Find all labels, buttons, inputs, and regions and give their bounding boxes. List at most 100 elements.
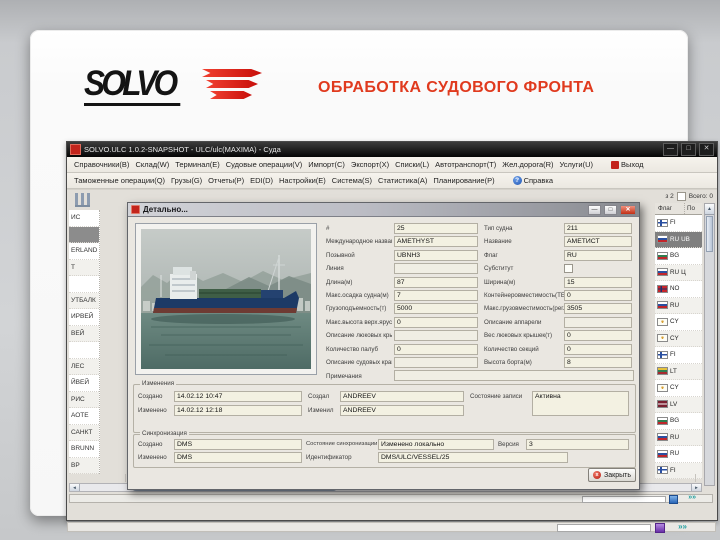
field-input[interactable]: 8 — [564, 357, 632, 368]
menu-item-отчеты-p-[interactable]: Отчеты(P) — [205, 175, 247, 186]
flag-row[interactable]: NO — [655, 281, 702, 298]
field-input[interactable]: 0 — [564, 290, 632, 301]
menu-item-терминал-e-[interactable]: Терминал(E) — [172, 159, 223, 170]
modifier-field[interactable]: ANDREEV — [340, 405, 464, 416]
menu-item-грузы-g-[interactable]: Грузы(G) — [168, 175, 205, 186]
version-field[interactable]: 3 — [526, 439, 629, 450]
menu-item-импорт-c-[interactable]: Импорт(C) — [305, 159, 348, 170]
field-input[interactable]: 0 — [394, 343, 478, 355]
close-dialog-button[interactable]: x Закрыть — [588, 468, 636, 482]
menu-item-справочники-b-[interactable]: Справочники(B) — [71, 159, 132, 170]
field-input[interactable]: 211 — [564, 223, 632, 234]
field-input[interactable]: UBNH3 — [394, 249, 478, 261]
columns-toolbar-icon[interactable] — [75, 193, 90, 207]
field-input[interactable] — [394, 330, 478, 342]
scroll-left-icon[interactable]: ◄ — [70, 484, 80, 491]
menu-item-выход[interactable]: Выход — [608, 159, 646, 170]
sync-created-field[interactable]: DMS — [174, 439, 302, 450]
flag-row[interactable]: RU Ц — [655, 264, 702, 281]
flag-row[interactable]: FI — [655, 347, 702, 364]
vessel-row[interactable]: ВР — [69, 457, 99, 474]
menu-item-списки-l-[interactable]: Списки(L) — [392, 159, 432, 170]
vessel-row[interactable]: ЛЕС — [69, 358, 99, 375]
field-input[interactable]: 15 — [564, 276, 632, 288]
menu-item-судовые-операции-v-[interactable]: Судовые операции(V) — [223, 159, 306, 170]
menu-item-планирование-p-[interactable]: Планирование(P) — [430, 175, 497, 186]
menu-item-справка[interactable]: ? Справка — [510, 175, 556, 186]
flag-row[interactable]: CY — [655, 314, 702, 331]
vessel-row[interactable]: ВЕЙ — [69, 325, 99, 342]
dialog-close-button[interactable]: ✕ — [620, 204, 636, 215]
field-input[interactable]: 5000 — [394, 303, 478, 315]
field-input[interactable]: RU — [564, 249, 632, 261]
vessel-row[interactable] — [69, 342, 99, 359]
creator-field[interactable]: ANDREEV — [340, 391, 464, 402]
menu-item-настройки-e-[interactable]: Настройки(E) — [276, 175, 329, 186]
identifier-field[interactable]: DMS/ULC/VESSEL/25 — [378, 452, 568, 463]
dialog-minimize-button[interactable]: — — [588, 204, 601, 215]
flag-row[interactable]: RU — [655, 429, 702, 446]
scroll-up-icon[interactable]: ▲ — [705, 204, 714, 215]
dialog-maximize-button[interactable]: □ — [604, 204, 617, 215]
maximize-button[interactable]: □ — [681, 143, 696, 156]
menu-item-экспорт-x-[interactable]: Экспорт(X) — [348, 159, 392, 170]
field-input[interactable] — [394, 357, 478, 368]
substitute-checkbox[interactable] — [564, 264, 573, 274]
flag-row[interactable]: BG — [655, 413, 702, 430]
vessel-row[interactable]: АОТЕ — [69, 408, 99, 425]
menu-item-система-s-[interactable]: Система(S) — [329, 175, 375, 186]
created-field[interactable]: 14.02.12 10:47 — [174, 391, 302, 402]
field-input[interactable]: 3505 — [564, 303, 632, 315]
field-input[interactable]: 0 — [394, 316, 478, 328]
menu-item-таможенные-операции-q-[interactable]: Таможенные операции(Q) — [71, 175, 168, 186]
field-input[interactable]: 0 — [564, 343, 632, 355]
menu-item-edi-d-[interactable]: EDI(D) — [247, 175, 276, 186]
vessel-row[interactable]: ИС — [69, 210, 99, 227]
field-input[interactable]: 25 — [394, 223, 478, 234]
vessel-row[interactable]: УТБАЛК — [69, 292, 99, 309]
vessel-row[interactable]: ЙВЕЙ — [69, 375, 99, 392]
vertical-scrollbar[interactable]: ▲ — [704, 203, 715, 486]
menu-item-статистика-a-[interactable]: Статистика(A) — [375, 175, 430, 186]
vessel-row[interactable] — [69, 276, 99, 293]
filter-checkbox[interactable] — [676, 191, 686, 201]
field-input[interactable]: 0 — [564, 330, 632, 342]
close-button[interactable]: ✕ — [699, 143, 714, 156]
vessel-row[interactable] — [69, 226, 99, 243]
vessel-row[interactable]: САНКТ — [69, 424, 99, 441]
scroll-right-icon[interactable]: ► — [691, 484, 701, 491]
flag-row[interactable]: RU UB — [655, 231, 702, 248]
menu-item-автотранспорт-t-[interactable]: Автотранспорт(T) — [432, 159, 499, 170]
vessel-row[interactable]: ERLAND — [69, 243, 99, 260]
menu-item-склад-w-[interactable]: Склад(W) — [132, 159, 172, 170]
vessel-row[interactable]: BRUNN — [69, 441, 99, 458]
sync-modified-field[interactable]: DMS — [174, 452, 302, 463]
field-input[interactable]: 87 — [394, 276, 478, 288]
notes-field[interactable] — [394, 370, 634, 381]
field-input[interactable] — [394, 263, 478, 275]
field-input[interactable] — [564, 316, 632, 328]
flag-row[interactable]: LV — [655, 396, 702, 413]
field-input[interactable]: 7 — [394, 290, 478, 301]
sync-state-field[interactable]: Изменено локально — [378, 439, 494, 450]
flag-row[interactable]: FI — [655, 215, 702, 232]
vessel-row[interactable]: РИС — [69, 391, 99, 408]
menu-item-услуги-u-[interactable]: Услуги(U) — [557, 159, 596, 170]
vertical-scroll-thumb[interactable] — [706, 216, 713, 252]
vessel-row[interactable]: ИРВЕЙ — [69, 309, 99, 326]
flag-row[interactable]: LT — [655, 363, 702, 380]
field-input[interactable]: АМЕТИСТ — [564, 236, 632, 248]
record-state-field[interactable]: Активна — [532, 391, 629, 416]
menu-item-жел-дорога-r-[interactable]: Жел.дорога(R) — [499, 159, 556, 170]
flag-row[interactable]: RU — [655, 446, 702, 463]
field-input[interactable]: AMETHYST — [394, 236, 478, 248]
flag-row[interactable]: BG — [655, 248, 702, 265]
flag-row[interactable]: CY — [655, 380, 702, 397]
modified-field[interactable]: 14.02.12 12:18 — [174, 405, 302, 416]
solvo-logo: SOLVO — [84, 63, 262, 111]
flag-row[interactable]: RU — [655, 297, 702, 314]
vessel-row[interactable]: Т — [69, 259, 99, 276]
menu-item-label: Автотранспорт(T) — [435, 160, 497, 169]
minimize-button[interactable]: — — [663, 143, 678, 156]
flag-row[interactable]: CY — [655, 330, 702, 347]
